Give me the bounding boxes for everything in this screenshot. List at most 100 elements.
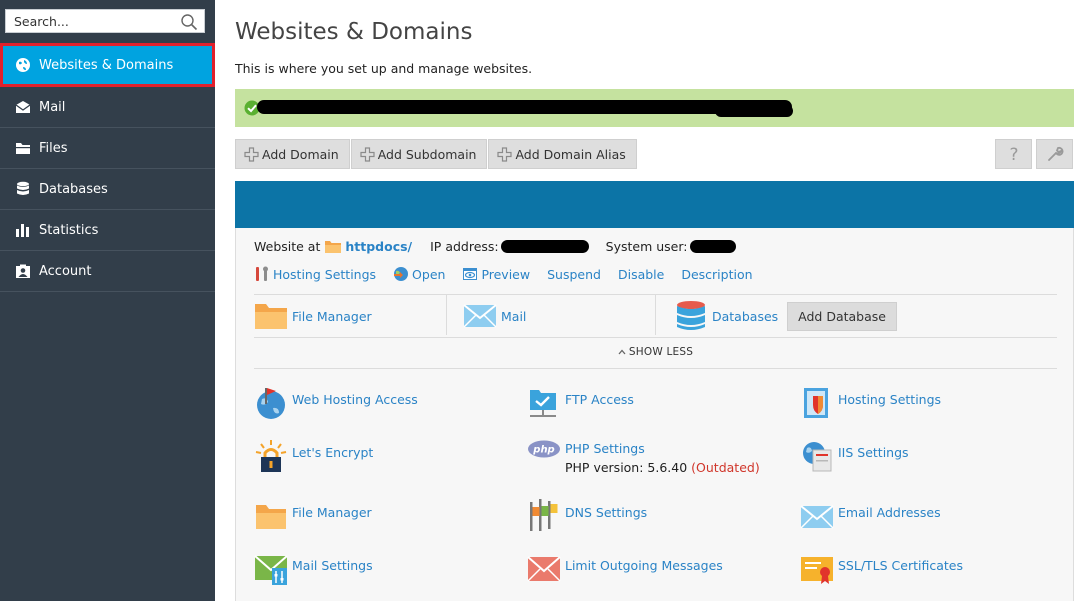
php-outdated-badge: (Outdated) <box>691 460 760 475</box>
search-icon[interactable] <box>180 13 198 31</box>
chevron-up-icon <box>618 349 626 355</box>
sidebar-item-label: Account <box>39 263 92 279</box>
database-icon <box>14 181 32 197</box>
sidebar: Websites & Domains Mail Files Databases … <box>0 0 215 601</box>
limit-messages-icon <box>527 556 561 582</box>
divider <box>254 368 1057 369</box>
add-domain-alias-button[interactable]: Add Domain Alias <box>488 139 637 169</box>
tool-limit-outgoing-messages[interactable]: Limit Outgoing Messages <box>527 552 723 586</box>
dns-settings-icon <box>530 499 558 531</box>
tool-iis-settings[interactable]: IIS Settings <box>800 439 909 473</box>
sidebar-item-label: Statistics <box>39 222 99 238</box>
sidebar-item-statistics[interactable]: Statistics <box>0 210 215 251</box>
sidebar-item-websites-domains[interactable]: Websites & Domains <box>0 43 215 87</box>
page-title: Websites & Domains <box>235 19 473 45</box>
open-link[interactable]: Open <box>393 266 445 282</box>
sidebar-item-databases[interactable]: Databases <box>0 169 215 210</box>
website-at-label: Website at <box>254 239 321 254</box>
site-info-row: Website at httpdocs/ IP address: System … <box>254 239 736 254</box>
redacted-text <box>715 105 793 117</box>
quick-databases[interactable]: Databases Add Database <box>656 295 897 337</box>
globe-open-icon <box>394 267 409 281</box>
tools-icon <box>256 266 268 281</box>
tool-file-manager[interactable]: File Manager <box>254 499 372 533</box>
quick-mail[interactable]: Mail <box>447 295 655 337</box>
tool-mail-settings[interactable]: Mail Settings <box>254 552 373 586</box>
tool-ssl-tls-certificates[interactable]: SSL/TLS Certificates <box>800 552 963 586</box>
folder-icon <box>255 304 287 329</box>
quick-access-row: File Manager Mail Databases Add Database <box>254 295 1057 337</box>
hosting-settings-link[interactable]: Hosting Settings <box>254 266 376 282</box>
disable-link[interactable]: Disable <box>618 267 664 282</box>
sidebar-item-account[interactable]: Account <box>0 251 215 292</box>
sidebar-item-files[interactable]: Files <box>0 128 215 169</box>
toolbar: Add Domain Add Subdomain Add Domain Alia… <box>235 139 638 169</box>
sidebar-item-mail[interactable]: Mail <box>0 87 215 128</box>
search-input[interactable] <box>6 11 176 31</box>
tool-php-settings[interactable]: php PHP Settings PHP version: 5.6.40 (Ou… <box>527 439 760 475</box>
help-button[interactable]: ? <box>995 139 1032 169</box>
redacted-ip <box>500 240 589 253</box>
settings-button[interactable] <box>1036 139 1073 169</box>
add-database-button[interactable]: Add Database <box>787 301 897 331</box>
globe-icon <box>14 57 32 73</box>
system-user-label: System user: <box>605 239 688 254</box>
quick-file-manager[interactable]: File Manager <box>254 295 446 337</box>
sidebar-item-label: Files <box>39 140 68 156</box>
add-domain-alias-label: Add Domain Alias <box>515 146 626 162</box>
divider <box>254 337 1057 338</box>
php-version: PHP version: 5.6.40 (Outdated) <box>565 460 760 475</box>
ip-address-label: IP address: <box>430 239 499 254</box>
add-subdomain-button[interactable]: Add Subdomain <box>350 139 488 169</box>
php-icon: php <box>528 440 560 458</box>
wrench-icon <box>1047 146 1063 161</box>
success-message <box>235 89 1074 127</box>
description-link[interactable]: Description <box>681 267 752 282</box>
bar-chart-icon <box>14 222 32 238</box>
page-description: This is where you set up and manage webs… <box>235 61 533 76</box>
sidebar-item-label: Websites & Domains <box>39 57 174 73</box>
account-icon <box>14 263 32 279</box>
envelope-icon <box>14 99 32 115</box>
folder-icon <box>325 240 342 253</box>
add-domain-button[interactable]: Add Domain <box>235 139 350 169</box>
domain-header-band <box>235 181 1074 228</box>
site-actions: Hosting Settings Open Preview Suspend Di… <box>254 266 770 282</box>
preview-link[interactable]: Preview <box>462 266 530 282</box>
plus-icon <box>360 146 375 162</box>
sidebar-item-label: Mail <box>39 99 66 115</box>
sidebar-item-label: Databases <box>39 181 108 197</box>
docroot-link[interactable]: httpdocs/ <box>345 239 412 254</box>
tool-lets-encrypt[interactable]: Let's Encrypt <box>254 439 373 473</box>
svg-text:php: php <box>532 445 554 456</box>
help-icon: ? <box>1009 145 1018 163</box>
iis-settings-icon <box>803 442 832 472</box>
tool-dns-settings[interactable]: DNS Settings <box>527 499 647 533</box>
envelope-icon <box>463 304 497 328</box>
suspend-link[interactable]: Suspend <box>547 267 601 282</box>
search-box <box>5 9 205 33</box>
folder-icon <box>256 505 286 529</box>
hosting-settings-icon <box>804 388 828 418</box>
add-domain-label: Add Domain <box>262 146 339 162</box>
mail-settings-icon <box>254 555 288 585</box>
redacted-user <box>689 240 736 253</box>
tool-email-addresses[interactable]: Email Addresses <box>800 499 941 533</box>
tool-ftp-access[interactable]: FTP Access <box>527 386 634 420</box>
web-hosting-access-icon <box>257 388 285 419</box>
lets-encrypt-icon <box>255 440 287 472</box>
plus-icon <box>244 146 259 162</box>
plus-icon <box>497 146 513 162</box>
sidebar-nav: Websites & Domains Mail Files Databases … <box>0 43 215 292</box>
database-icon <box>677 301 705 330</box>
show-less-toggle[interactable]: SHOW LESS <box>236 346 1075 358</box>
folder-icon <box>14 140 32 156</box>
tool-hosting-settings[interactable]: Hosting Settings <box>800 386 941 420</box>
svg-text:?: ? <box>1009 145 1018 163</box>
ftp-access-icon <box>530 390 556 417</box>
add-subdomain-label: Add Subdomain <box>377 146 477 162</box>
tool-web-hosting-access[interactable]: Web Hosting Access <box>254 386 418 420</box>
envelope-icon <box>800 505 834 529</box>
preview-icon <box>463 268 478 280</box>
redacted-text <box>257 100 792 114</box>
